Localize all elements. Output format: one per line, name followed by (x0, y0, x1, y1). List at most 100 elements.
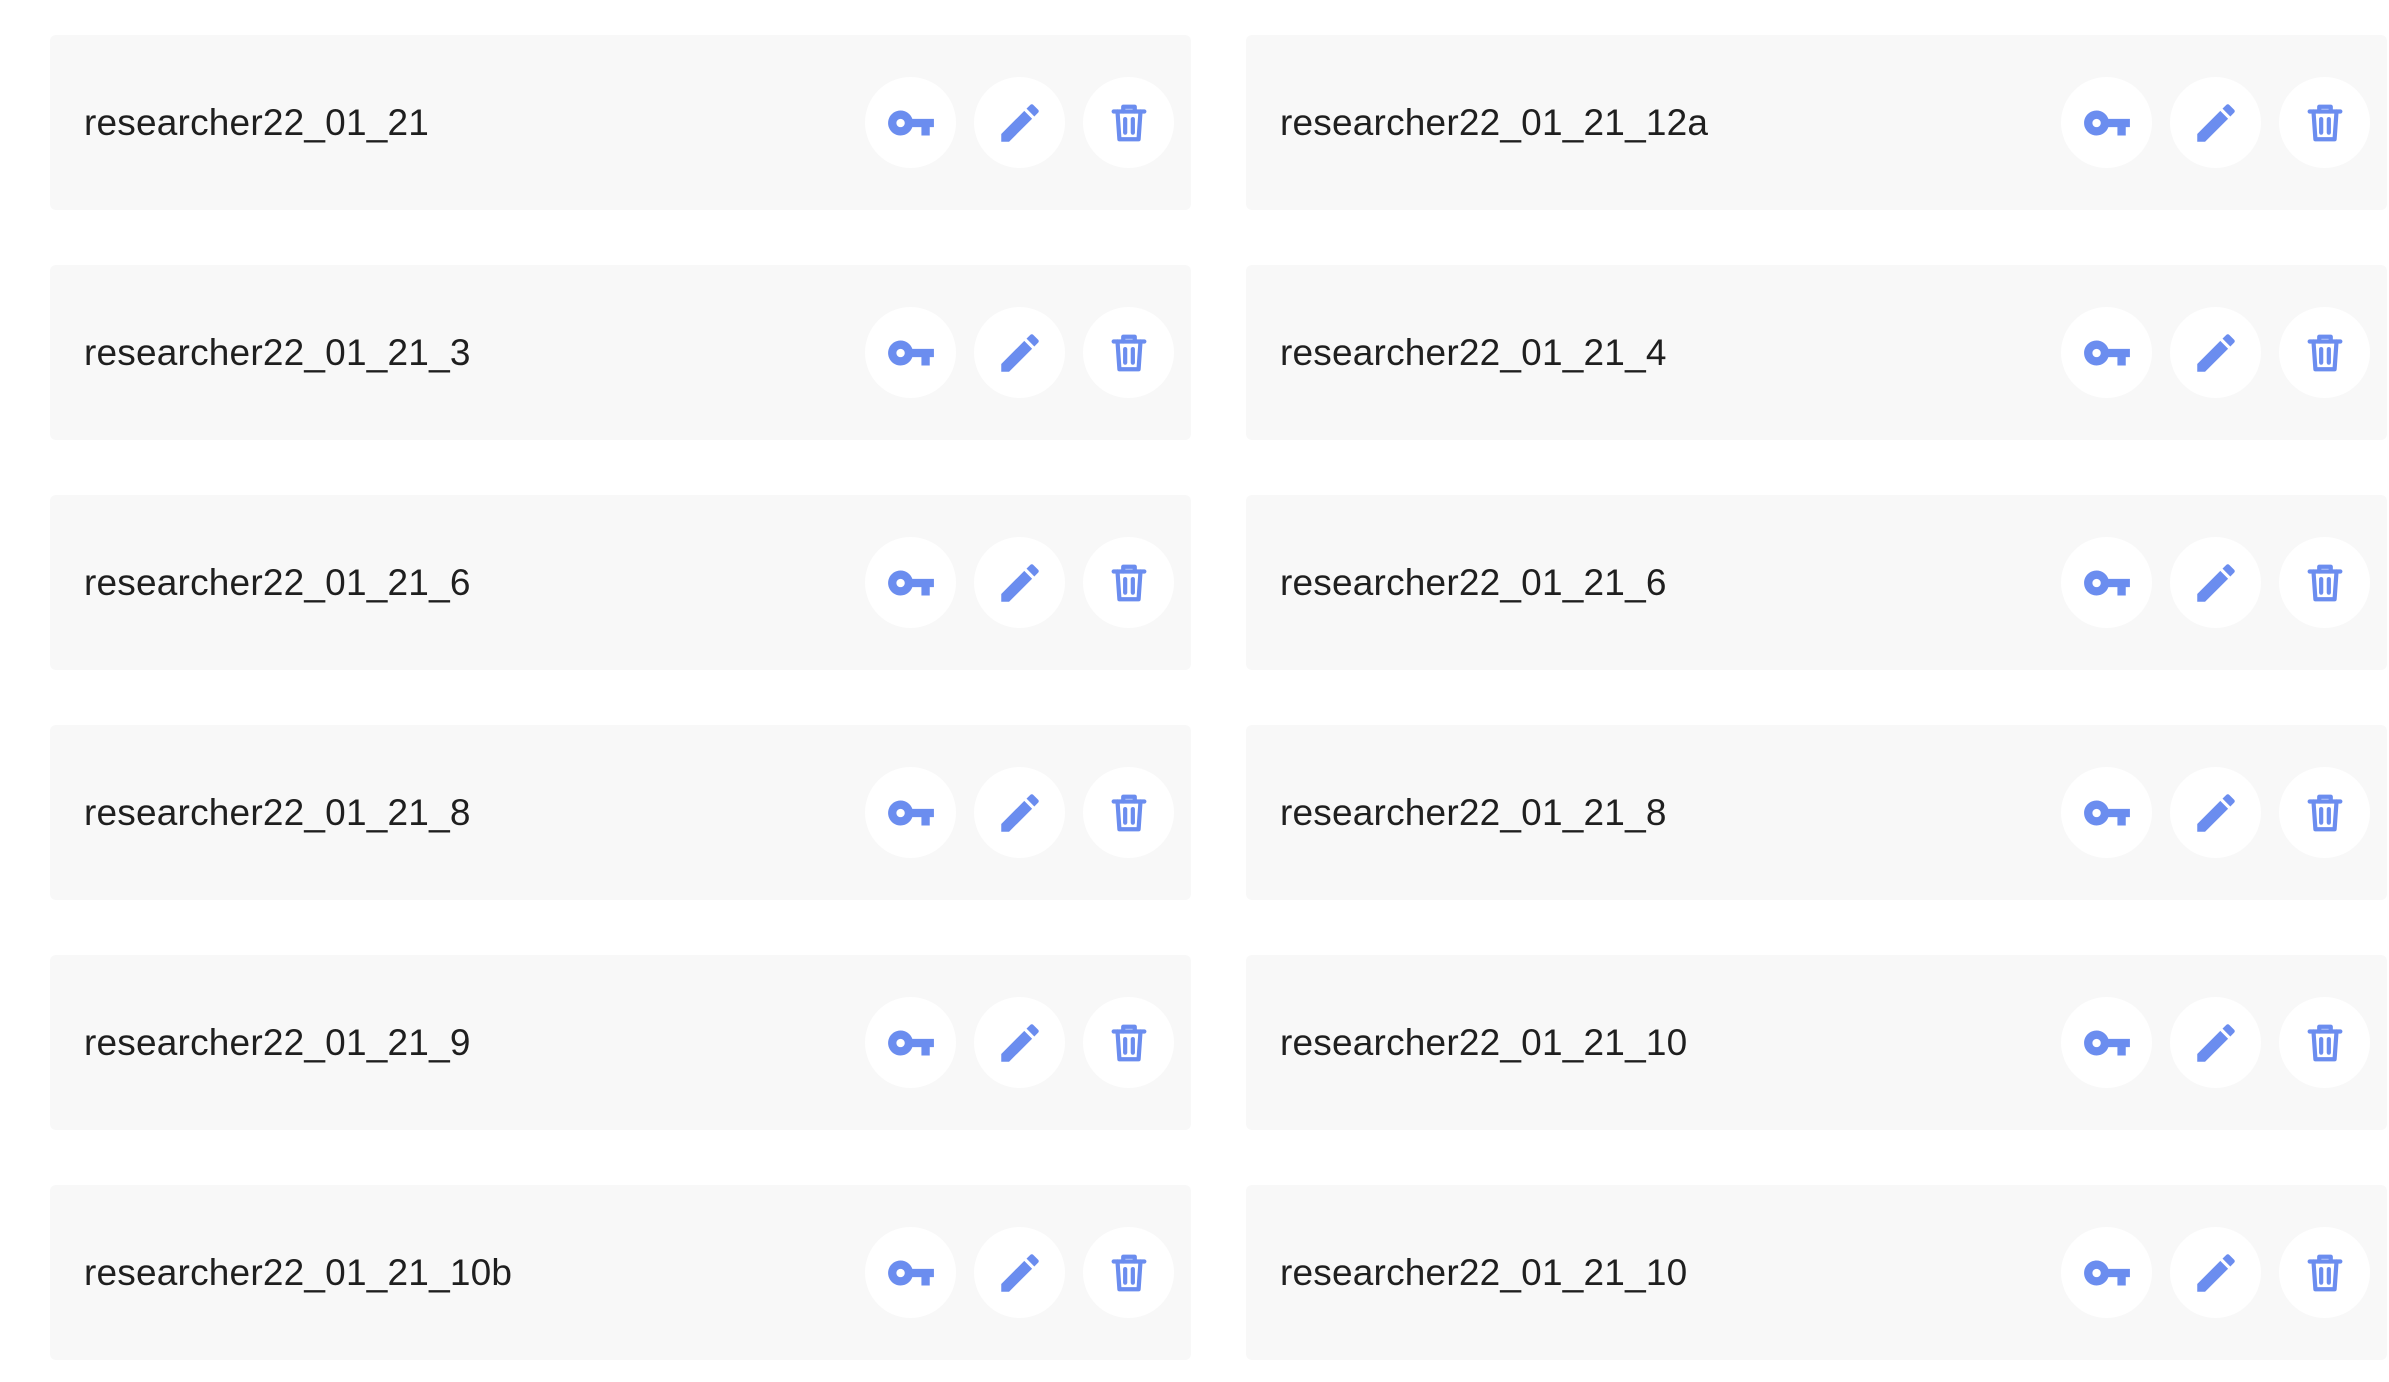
pencil-icon (2191, 98, 2241, 148)
trash-icon (2302, 100, 2348, 146)
trash-icon (2302, 790, 2348, 836)
key-icon (886, 558, 936, 608)
key-icon (886, 1248, 936, 1298)
user-actions (865, 77, 1174, 168)
user-card: researcher22_01_21_10b (50, 1185, 1191, 1360)
pencil-icon (995, 788, 1045, 838)
key-button[interactable] (865, 77, 956, 168)
user-name: researcher22_01_21_6 (1280, 561, 1667, 603)
user-actions (2061, 307, 2370, 398)
user-actions (865, 1227, 1174, 1318)
delete-button[interactable] (1083, 77, 1174, 168)
user-actions (2061, 77, 2370, 168)
user-card: researcher22_01_21_6 (1246, 495, 2387, 670)
pencil-icon (995, 1018, 1045, 1068)
user-card: researcher22_01_21_12a (1246, 35, 2387, 210)
delete-button[interactable] (2279, 767, 2370, 858)
edit-button[interactable] (974, 537, 1065, 628)
key-button[interactable] (865, 1227, 956, 1318)
pencil-icon (2191, 788, 2241, 838)
user-actions (2061, 767, 2370, 858)
key-button[interactable] (2061, 307, 2152, 398)
user-actions (865, 997, 1174, 1088)
trash-icon (2302, 1020, 2348, 1066)
pencil-icon (2191, 328, 2241, 378)
delete-button[interactable] (2279, 1227, 2370, 1318)
trash-icon (1106, 1250, 1152, 1296)
edit-button[interactable] (974, 997, 1065, 1088)
key-icon (2082, 558, 2132, 608)
delete-button[interactable] (2279, 77, 2370, 168)
key-icon (2082, 788, 2132, 838)
key-icon (886, 98, 936, 148)
key-button[interactable] (2061, 767, 2152, 858)
trash-icon (2302, 330, 2348, 376)
user-actions (2061, 1227, 2370, 1318)
user-name: researcher22_01_21_4 (1280, 331, 1667, 373)
pencil-icon (995, 328, 1045, 378)
user-name: researcher22_01_21_3 (84, 331, 471, 373)
edit-button[interactable] (974, 77, 1065, 168)
user-name: researcher22_01_21_10 (1280, 1021, 1688, 1063)
key-icon (2082, 1018, 2132, 1068)
user-name: researcher22_01_21_9 (84, 1021, 471, 1063)
delete-button[interactable] (2279, 537, 2370, 628)
user-card: researcher22_01_21_8 (50, 725, 1191, 900)
trash-icon (1106, 560, 1152, 606)
key-button[interactable] (865, 537, 956, 628)
delete-button[interactable] (1083, 997, 1174, 1088)
user-name: researcher22_01_21_12a (1280, 101, 1709, 143)
delete-button[interactable] (1083, 767, 1174, 858)
edit-button[interactable] (2170, 307, 2261, 398)
user-actions (865, 767, 1174, 858)
pencil-icon (2191, 1018, 2241, 1068)
key-button[interactable] (865, 767, 956, 858)
edit-button[interactable] (974, 767, 1065, 858)
pencil-icon (995, 558, 1045, 608)
key-icon (886, 788, 936, 838)
key-button[interactable] (2061, 77, 2152, 168)
key-icon (886, 1018, 936, 1068)
edit-button[interactable] (974, 307, 1065, 398)
user-card: researcher22_01_21_9 (50, 955, 1191, 1130)
trash-icon (1106, 1020, 1152, 1066)
user-actions (2061, 537, 2370, 628)
delete-button[interactable] (2279, 997, 2370, 1088)
user-name: researcher22_01_21_10b (84, 1251, 513, 1293)
user-card: researcher22_01_21_6 (50, 495, 1191, 670)
user-name: researcher22_01_21_8 (1280, 791, 1667, 833)
key-icon (2082, 1248, 2132, 1298)
trash-icon (1106, 790, 1152, 836)
edit-button[interactable] (2170, 1227, 2261, 1318)
key-icon (2082, 98, 2132, 148)
pencil-icon (995, 98, 1045, 148)
key-button[interactable] (2061, 1227, 2152, 1318)
pencil-icon (2191, 558, 2241, 608)
key-button[interactable] (865, 997, 956, 1088)
user-name: researcher22_01_21_10 (1280, 1251, 1688, 1293)
delete-button[interactable] (2279, 307, 2370, 398)
edit-button[interactable] (2170, 997, 2261, 1088)
user-name: researcher22_01_21_8 (84, 791, 471, 833)
key-button[interactable] (865, 307, 956, 398)
user-card-grid: researcher22_01_21 researcher22_01_21_12… (50, 35, 2387, 1360)
delete-button[interactable] (1083, 307, 1174, 398)
user-actions (865, 307, 1174, 398)
edit-button[interactable] (2170, 767, 2261, 858)
user-actions (865, 537, 1174, 628)
edit-button[interactable] (2170, 537, 2261, 628)
key-button[interactable] (2061, 997, 2152, 1088)
user-card: researcher22_01_21_4 (1246, 265, 2387, 440)
edit-button[interactable] (974, 1227, 1065, 1318)
delete-button[interactable] (1083, 1227, 1174, 1318)
trash-icon (1106, 100, 1152, 146)
pencil-icon (995, 1248, 1045, 1298)
user-card: researcher22_01_21 (50, 35, 1191, 210)
user-actions (2061, 997, 2370, 1088)
user-card: researcher22_01_21_3 (50, 265, 1191, 440)
key-button[interactable] (2061, 537, 2152, 628)
user-name: researcher22_01_21 (84, 101, 430, 143)
trash-icon (1106, 330, 1152, 376)
edit-button[interactable] (2170, 77, 2261, 168)
delete-button[interactable] (1083, 537, 1174, 628)
